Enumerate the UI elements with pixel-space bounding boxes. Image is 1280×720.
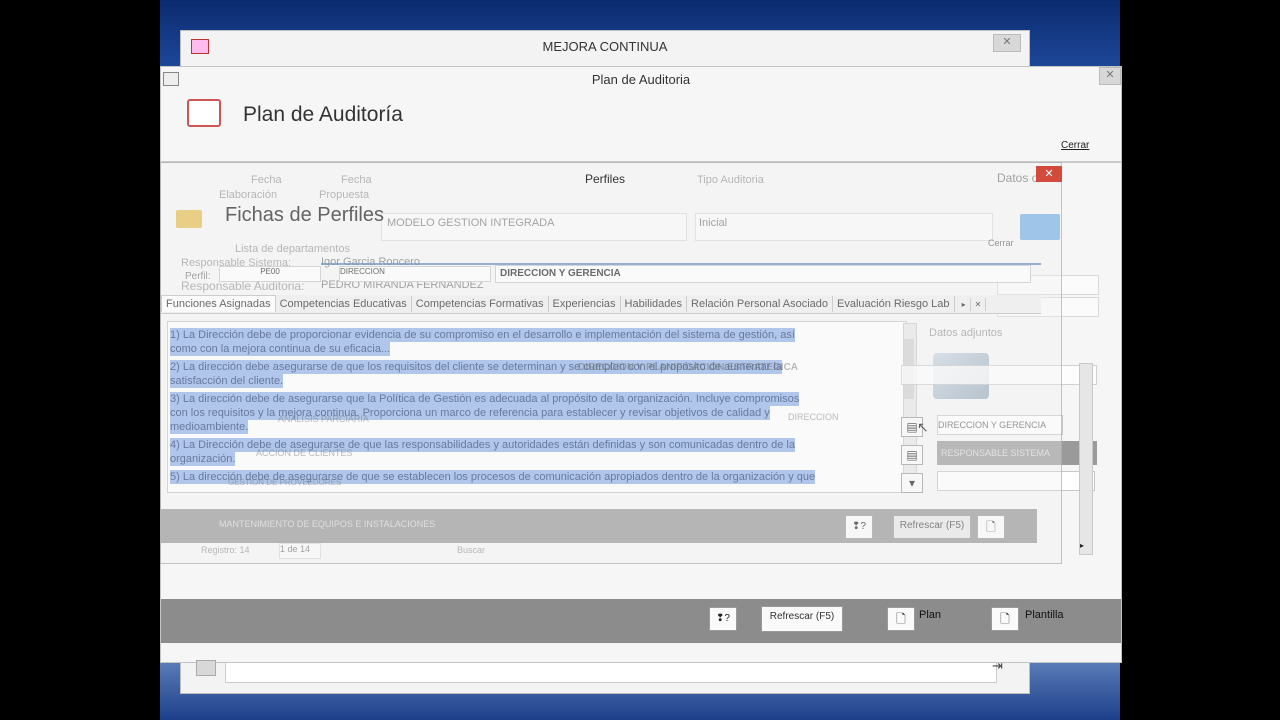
plan-header-title: Plan de Auditoría [243, 103, 403, 126]
plan-cerrar-link[interactable]: Cerrar [1061, 140, 1089, 151]
main-window-title: MEJORA CONTINUA [542, 39, 668, 54]
perfiles-cerrar-label[interactable]: Cerrar [988, 238, 1014, 248]
plantilla-button-label[interactable]: Plantilla [1025, 609, 1064, 621]
main-close-button[interactable]: ✕ [993, 34, 1021, 52]
main-footer-left-icon[interactable] [196, 660, 216, 676]
plan-button-label[interactable]: Plan [919, 609, 941, 621]
right-panel-scrollbar[interactable] [1079, 363, 1093, 555]
main-footer-exit-icon[interactable]: ⇥ [992, 658, 1003, 674]
perfiles-header-title: Fichas de Perfiles [225, 204, 384, 226]
folder-icon [176, 210, 202, 228]
plantilla-report-icon[interactable]: 🗋 [991, 607, 1019, 631]
perfiles-close-button[interactable]: ✕ [1036, 166, 1062, 182]
plan-refresh-button[interactable]: Refrescar (F5) [761, 606, 843, 632]
plan-report-icon[interactable]: 🗋 [887, 607, 915, 631]
perfiles-exit-icon[interactable] [1020, 214, 1060, 240]
plan-footer-bar [161, 599, 1121, 643]
plan-close-button[interactable]: ✕ [1099, 67, 1121, 85]
plan-header-icon [187, 99, 221, 127]
plan-window-title: Plan de Auditoria [591, 72, 691, 87]
plan-help-button[interactable]: ❢? [709, 607, 737, 631]
right-scroll-arrow-icon[interactable]: ▸ [1080, 541, 1084, 550]
perfiles-window-title: Perfiles [584, 172, 625, 186]
